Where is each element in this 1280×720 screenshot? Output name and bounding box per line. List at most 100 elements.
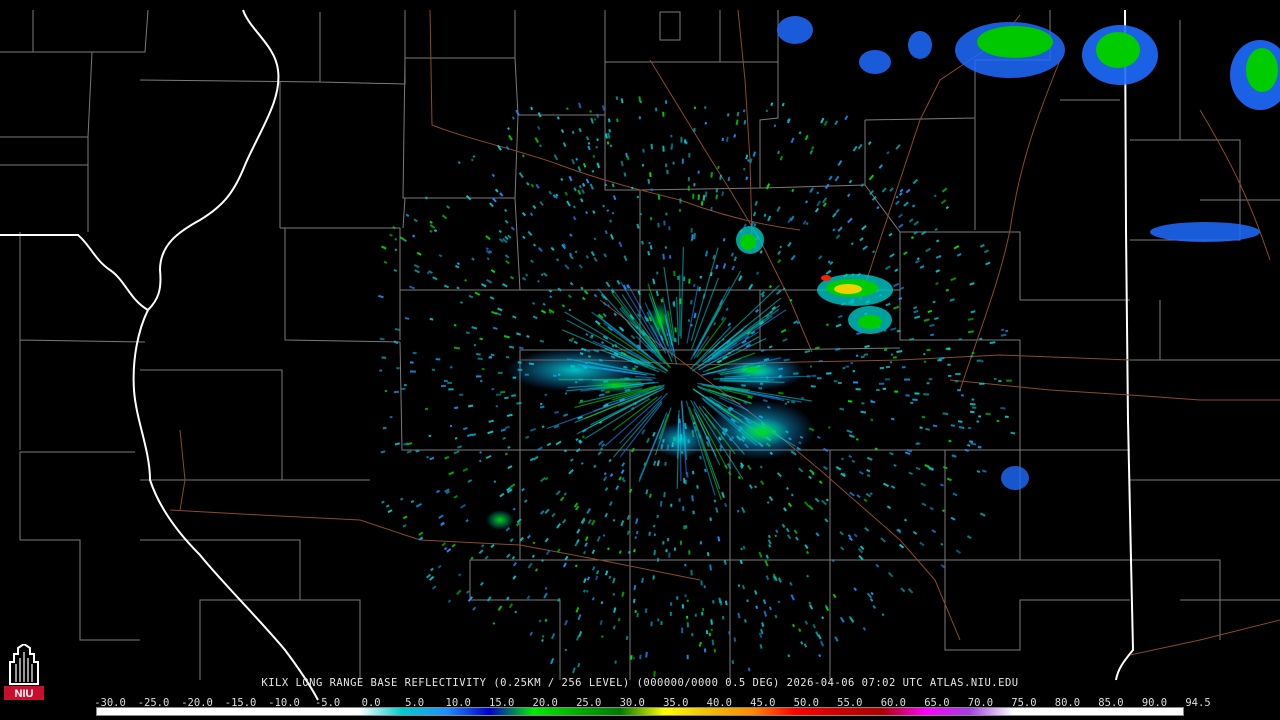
echo-pixel <box>612 577 616 584</box>
echo-pixel <box>955 549 962 554</box>
echo-pixel <box>881 187 887 193</box>
echo-pixel <box>950 516 956 521</box>
echo-pixel <box>701 611 704 616</box>
echo-pixel <box>822 197 828 204</box>
echo-pixel <box>693 128 696 132</box>
echo-pixel <box>379 369 383 372</box>
echo-pixel <box>522 235 526 240</box>
echo-pixel <box>741 584 746 590</box>
echo-pixel <box>548 190 552 195</box>
echo-pixel <box>787 654 791 658</box>
echo-pixel <box>923 360 927 363</box>
echo-pixel <box>460 301 463 304</box>
echo-pixel <box>468 294 474 299</box>
echo-pixel <box>914 315 921 320</box>
echo-pixel <box>759 465 763 469</box>
echo-pixel <box>869 492 873 496</box>
echo-pixel <box>657 618 660 622</box>
echo-pixel <box>700 201 704 206</box>
echo-pixel <box>438 514 444 520</box>
echo-pixel <box>884 348 888 351</box>
echo-pixel <box>768 606 772 611</box>
echo-pixel <box>544 618 548 623</box>
echo-pixel <box>921 415 926 419</box>
echo-pixel <box>798 467 804 473</box>
echo-pixel <box>537 279 540 283</box>
echo-pixel <box>533 455 539 461</box>
echo-pixel <box>662 145 665 152</box>
echo-pixel <box>754 590 758 595</box>
echo-pixel <box>636 612 639 618</box>
echo-pixel <box>701 607 705 612</box>
echo-pixel <box>925 247 932 253</box>
echo-pixel <box>869 598 874 602</box>
echo-pixel <box>653 524 656 528</box>
echo-pixel <box>453 324 457 327</box>
echo-pixel <box>688 550 691 555</box>
echo-pixel <box>857 143 863 150</box>
echo-pixel <box>385 504 390 508</box>
echo-pixel <box>381 245 387 250</box>
echo-pixel <box>437 564 442 569</box>
echo-pixel <box>824 518 829 523</box>
echo-pixel <box>814 207 820 213</box>
echo-pixel <box>663 491 666 498</box>
echo-pixel <box>663 220 666 226</box>
echo-pixel <box>744 619 747 623</box>
echo-pixel <box>785 527 790 533</box>
echo-pixel <box>969 282 975 286</box>
echo-pixel <box>648 531 651 536</box>
echo-pixel <box>429 224 436 229</box>
echo-pixel <box>664 246 667 249</box>
echo-pixel <box>381 356 387 359</box>
echo-pixel <box>555 490 561 496</box>
echo-pixel <box>544 537 549 543</box>
echo-pixel <box>555 440 562 446</box>
echo-pixel <box>752 151 757 157</box>
echo-pixel <box>507 127 510 131</box>
echo-pixel <box>529 427 537 432</box>
echo-pixel <box>851 459 856 463</box>
echo-pixel <box>620 160 624 167</box>
echo-pixel <box>831 558 835 563</box>
echo-pixel <box>682 506 685 511</box>
echo-pixel <box>704 106 707 109</box>
echo-pixel <box>506 553 511 559</box>
echo-pixel <box>436 489 440 494</box>
echo-pixel <box>774 614 778 619</box>
echo-pixel <box>593 118 597 121</box>
echo-pixel <box>539 476 546 483</box>
echo-pixel <box>1004 415 1009 419</box>
echo-pixel <box>410 500 415 504</box>
echo-pixel <box>453 346 461 350</box>
echo-pixel <box>787 502 793 508</box>
echo-pixel <box>579 198 584 203</box>
echo-pixel <box>586 508 591 515</box>
echo-pixel <box>779 155 784 161</box>
echo-pixel <box>758 551 763 558</box>
echo-pixel <box>724 600 728 606</box>
echo-pixel <box>967 330 974 334</box>
echo-pixel <box>989 341 996 344</box>
echo-pixel <box>606 141 610 145</box>
echo-pixel <box>561 304 566 308</box>
echo-pixel <box>630 334 636 340</box>
echo-pixel <box>872 250 876 254</box>
echo-pixel <box>530 106 534 111</box>
echo-pixel <box>850 242 854 246</box>
echo-pixel <box>908 471 913 476</box>
product-caption: KILX LONG RANGE BASE REFLECTIVITY (0.25K… <box>261 677 1019 689</box>
echo-pixel <box>709 564 712 571</box>
echo-pixel <box>713 322 717 326</box>
echo-pixel <box>625 635 629 640</box>
echo-pixel <box>566 200 571 207</box>
echo-pixel <box>926 348 931 352</box>
echo-pixel <box>888 232 893 237</box>
echo-pixel <box>979 337 983 340</box>
echo-pixel <box>606 209 610 212</box>
echo-pixel <box>591 566 596 571</box>
echo-pixel <box>698 644 701 647</box>
county-boundaries <box>0 9 1280 680</box>
echo-pixel <box>405 213 410 217</box>
echo-pixel <box>804 544 809 550</box>
